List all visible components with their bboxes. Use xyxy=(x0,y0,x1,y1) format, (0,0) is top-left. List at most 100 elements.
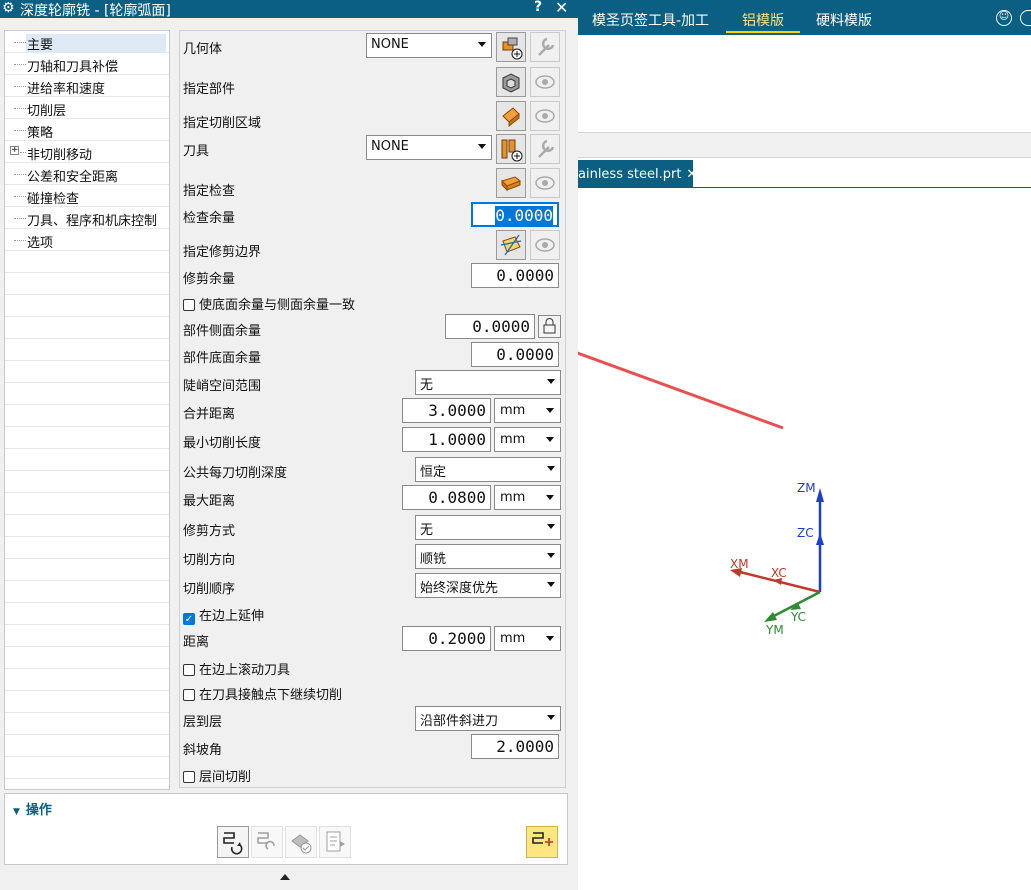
specify-cut-area-button[interactable] xyxy=(496,101,526,131)
new-geometry-button[interactable] xyxy=(496,32,526,62)
check-stock-input[interactable]: 0.0000 xyxy=(471,202,559,227)
roll-tool-checkbox[interactable]: 在边上滚动刀具 xyxy=(183,659,290,678)
common-depth-select[interactable]: 恒定 xyxy=(415,457,561,482)
edit-tool-button[interactable] xyxy=(530,134,560,164)
nav-item-cut-levels[interactable]: 切削层 xyxy=(5,97,169,119)
display-cut-area-button[interactable] xyxy=(530,101,560,131)
chevron-down-icon xyxy=(478,42,486,47)
checkmark-icon: ✓ xyxy=(183,613,195,625)
nav-item-strategy[interactable]: 策略 xyxy=(5,119,169,141)
wcs-triad xyxy=(730,488,824,622)
tool-label: 刀具 xyxy=(183,144,210,159)
specify-trim-boundary-label: 指定修剪边界 xyxy=(183,245,262,260)
min-cut-length-input[interactable]: 1.0000 xyxy=(402,427,491,452)
check-stock-label: 检查余量 xyxy=(183,211,236,226)
trim-stock-input[interactable]: 0.0000 xyxy=(471,263,559,288)
specify-trim-boundary-button[interactable] xyxy=(496,230,526,260)
replay-toolpath-button[interactable] xyxy=(251,826,283,858)
gear-icon: ⚙ xyxy=(2,0,15,16)
edit-geometry-button[interactable] xyxy=(530,32,560,62)
nav-item-options[interactable]: 选项 xyxy=(5,229,169,251)
check-geometry-icon xyxy=(501,176,521,192)
actions-header[interactable]: ▼ 操作 xyxy=(13,799,52,818)
list-icon xyxy=(326,831,345,852)
nav-item-tool-axis[interactable]: 刀轴和刀具补偿 xyxy=(5,53,169,75)
cut-order-select[interactable]: 始终深度优先 xyxy=(415,573,561,598)
nav-item-main[interactable]: 主要 xyxy=(5,31,169,53)
nav-empty-row xyxy=(5,625,169,647)
specify-part-label: 指定部件 xyxy=(183,82,236,97)
tool-select[interactable]: NONE xyxy=(366,135,492,160)
collapse-dialog-icon[interactable] xyxy=(280,874,290,880)
new-geometry-icon xyxy=(502,37,523,60)
cut-order-label: 切削顺序 xyxy=(183,582,236,597)
part-side-stock-input[interactable]: 0.0000 xyxy=(445,314,535,339)
cut-between-levels-checkbox[interactable]: 层间切削 xyxy=(183,766,251,785)
close-button[interactable]: ✕ xyxy=(555,0,568,17)
continue-below-contact-checkbox[interactable]: 在刀具接触点下继续切削 xyxy=(183,684,342,703)
nav-item-non-cutting-moves[interactable]: + 非切削移动 xyxy=(5,141,169,163)
common-depth-label: 公共每刀切削深度 xyxy=(183,466,288,481)
display-check-button[interactable] xyxy=(530,168,560,198)
nav-empty-row xyxy=(5,757,169,779)
distance-unit-select[interactable]: mm xyxy=(494,626,561,651)
ramp-angle-input[interactable]: 2.0000 xyxy=(471,734,559,759)
lock-button[interactable] xyxy=(538,315,561,338)
extend-at-edges-checkbox[interactable]: ✓ 在边上延伸 xyxy=(183,605,264,625)
same-stock-checkbox[interactable]: 使底面余量与侧面余量一致 xyxy=(183,294,355,313)
checkbox-box xyxy=(183,299,195,311)
eye-icon xyxy=(535,75,555,89)
distance-input[interactable]: 0.2000 xyxy=(402,626,491,651)
merge-distance-unit-select[interactable]: mm xyxy=(494,398,561,423)
list-toolpath-button[interactable] xyxy=(319,826,351,858)
steep-range-label: 陡峭空间范围 xyxy=(183,379,262,394)
trim-boundary-icon xyxy=(500,234,522,256)
nav-empty-row xyxy=(5,735,169,757)
nav-item-tolerance[interactable]: 公差和安全距离 xyxy=(5,163,169,185)
triad-label-ym: YM xyxy=(766,623,784,637)
max-distance-unit-select[interactable]: mm xyxy=(494,485,561,510)
trim-method-label: 修剪方式 xyxy=(183,524,236,539)
max-distance-input[interactable]: 0.0800 xyxy=(402,485,491,510)
new-tool-button[interactable] xyxy=(496,134,526,164)
nav-empty-row xyxy=(5,405,169,427)
settings-nav-tree: 主要 刀轴和刀具补偿 进给率和速度 切削层 策略 + 非切削移动 公差和安全距离 … xyxy=(4,30,170,790)
geometry-select[interactable]: NONE xyxy=(366,33,492,58)
merge-distance-label: 合并距离 xyxy=(183,407,236,422)
chevron-down-icon xyxy=(547,715,555,720)
steep-range-select[interactable]: 无 xyxy=(415,370,561,395)
expand-icon[interactable]: + xyxy=(10,146,19,155)
nav-empty-row xyxy=(5,559,169,581)
nav-item-collision-check[interactable]: 碰撞检查 xyxy=(5,185,169,207)
wrench-icon xyxy=(538,139,555,158)
chevron-down-icon xyxy=(546,408,554,413)
min-cut-length-unit-select[interactable]: mm xyxy=(494,427,561,452)
nav-empty-row xyxy=(5,295,169,317)
trim-method-select[interactable]: 无 xyxy=(415,515,561,540)
chevron-down-icon: ▼ xyxy=(13,807,20,817)
min-cut-length-label: 最小切削长度 xyxy=(183,436,262,451)
specify-part-button[interactable] xyxy=(496,67,526,97)
nav-item-feeds-speeds[interactable]: 进给率和速度 xyxy=(5,75,169,97)
nav-item-tool-program-machine[interactable]: 刀具、程序和机床控制 xyxy=(5,207,169,229)
nav-empty-row xyxy=(5,493,169,515)
verify-toolpath-button[interactable] xyxy=(285,826,317,858)
trim-stock-label: 修剪余量 xyxy=(183,272,236,287)
display-part-button[interactable] xyxy=(530,67,560,97)
dialog-titlebar[interactable]: ⚙ 深度轮廓铣 - [轮廓弧面] ? ✕ xyxy=(0,0,578,19)
display-trim-boundary-button[interactable] xyxy=(530,230,560,260)
nav-empty-row xyxy=(5,317,169,339)
cut-direction-select[interactable]: 顺铣 xyxy=(415,544,561,569)
chevron-down-icon xyxy=(546,636,554,641)
cut-direction-label: 切削方向 xyxy=(183,553,236,568)
generate-toolpath-button[interactable] xyxy=(217,826,249,858)
generate-path-special-button[interactable] xyxy=(526,826,558,858)
part-floor-stock-input[interactable]: 0.0000 xyxy=(471,342,559,367)
specify-check-button[interactable] xyxy=(496,168,526,198)
part-side-stock-label: 部件侧面余量 xyxy=(183,324,262,339)
help-button[interactable]: ? xyxy=(534,0,542,15)
level-to-level-select[interactable]: 沿部件斜进刀 xyxy=(415,706,561,731)
replay-icon xyxy=(257,832,275,850)
merge-distance-input[interactable]: 3.0000 xyxy=(402,398,491,423)
nav-empty-row xyxy=(5,537,169,559)
